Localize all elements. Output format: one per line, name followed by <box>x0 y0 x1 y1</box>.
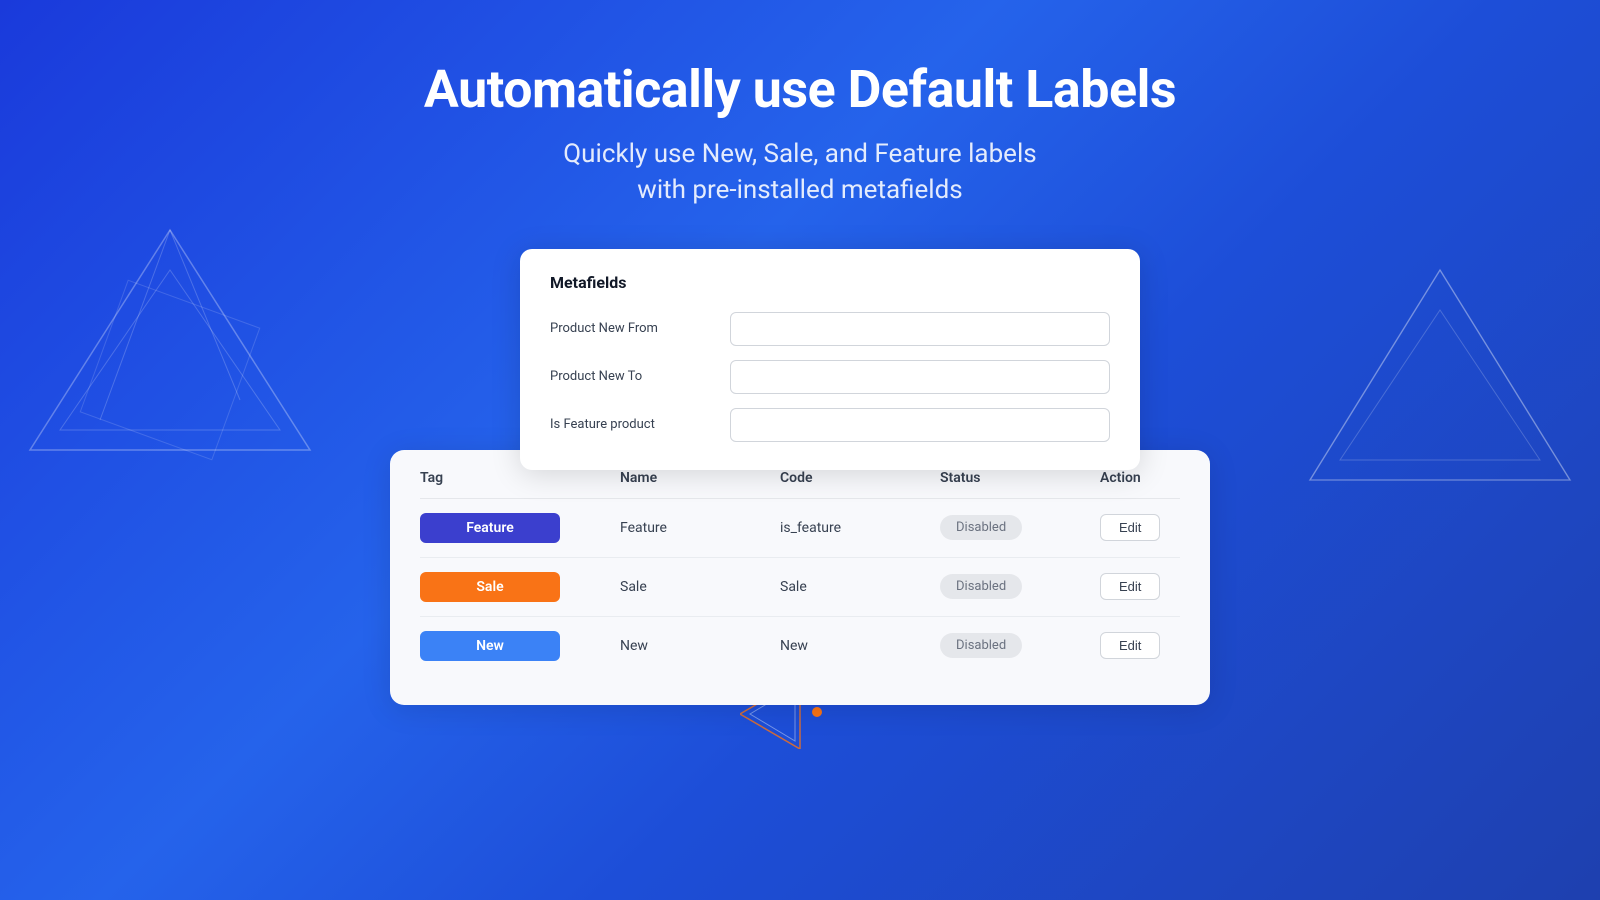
edit-button-sale[interactable]: Edit <box>1100 573 1160 600</box>
status-badge-feature: Disabled <box>940 515 1022 540</box>
name-cell-sale: Sale <box>620 579 780 595</box>
field-label-product-new-to: Product New To <box>550 369 710 384</box>
col-action: Action <box>1100 470 1260 486</box>
table-card: Tag Name Code Status Action Feature Feat… <box>390 450 1210 705</box>
header-section: Automatically use Default Labels Quickly… <box>424 0 1176 209</box>
name-cell-feature: Feature <box>620 520 780 536</box>
subtitle-line2: with pre-installed metafields <box>637 175 962 205</box>
field-row-product-new-to: Product New To <box>550 360 1110 394</box>
field-row-is-feature: Is Feature product <box>550 408 1110 442</box>
field-label-is-feature: Is Feature product <box>550 417 710 432</box>
table-header: Tag Name Code Status Action <box>420 470 1180 499</box>
name-cell-new: New <box>620 638 780 654</box>
table-body: Feature Feature is_feature Disabled Edit… <box>420 499 1180 675</box>
edit-button-feature[interactable]: Edit <box>1100 514 1160 541</box>
tag-badge-feature: Feature <box>420 513 560 543</box>
field-input-product-new-to[interactable] <box>730 360 1110 394</box>
content-wrapper: Metafields Product New From Product New … <box>390 249 1210 705</box>
status-badge-sale: Disabled <box>940 574 1022 599</box>
metafields-card: Metafields Product New From Product New … <box>520 249 1140 470</box>
code-cell-new: New <box>780 638 940 654</box>
status-badge-new: Disabled <box>940 633 1022 658</box>
metafields-card-title: Metafields <box>550 273 1110 292</box>
col-code: Code <box>780 470 940 486</box>
subtitle: Quickly use New, Sale, and Feature label… <box>424 136 1176 209</box>
action-cell-sale: Edit <box>1100 573 1260 600</box>
field-input-is-feature[interactable] <box>730 408 1110 442</box>
table-row: Feature Feature is_feature Disabled Edit <box>420 499 1180 558</box>
code-cell-sale: Sale <box>780 579 940 595</box>
tag-badge-sale: Sale <box>420 572 560 602</box>
field-label-product-new-from: Product New From <box>550 321 710 336</box>
tag-cell-sale: Sale <box>420 572 620 602</box>
col-tag: Tag <box>420 470 620 486</box>
status-cell-feature: Disabled <box>940 515 1100 540</box>
table-row: New New New Disabled Edit <box>420 617 1180 675</box>
col-name: Name <box>620 470 780 486</box>
code-cell-feature: is_feature <box>780 520 940 536</box>
main-title: Automatically use Default Labels <box>424 60 1176 120</box>
field-row-product-new-from: Product New From <box>550 312 1110 346</box>
status-cell-new: Disabled <box>940 633 1100 658</box>
bg-shape-left <box>20 220 320 544</box>
col-status: Status <box>940 470 1100 486</box>
bg-shape-right <box>1300 260 1580 564</box>
subtitle-line1: Quickly use New, Sale, and Feature label… <box>563 139 1036 169</box>
tag-cell-new: New <box>420 631 620 661</box>
action-cell-feature: Edit <box>1100 514 1260 541</box>
tag-badge-new: New <box>420 631 560 661</box>
table-row: Sale Sale Sale Disabled Edit <box>420 558 1180 617</box>
tag-cell-feature: Feature <box>420 513 620 543</box>
field-input-product-new-from[interactable] <box>730 312 1110 346</box>
action-cell-new: Edit <box>1100 632 1260 659</box>
edit-button-new[interactable]: Edit <box>1100 632 1160 659</box>
status-cell-sale: Disabled <box>940 574 1100 599</box>
